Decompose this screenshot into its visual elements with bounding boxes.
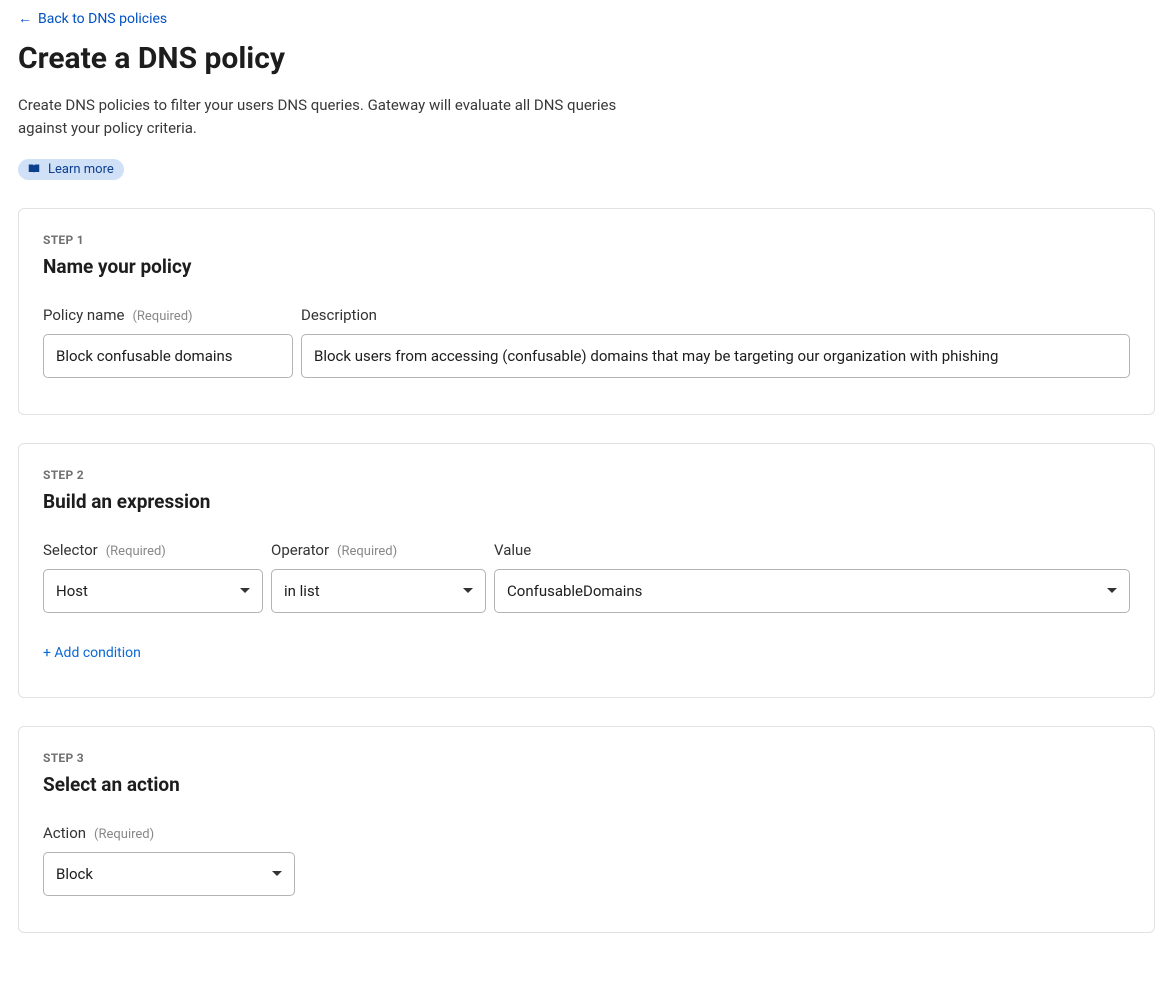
- operator-select[interactable]: in list: [271, 569, 486, 613]
- caret-down-icon: [272, 871, 282, 876]
- step-2-label: STEP 2: [43, 468, 1130, 482]
- action-required: (Required): [94, 827, 154, 842]
- learn-more-badge[interactable]: Learn more: [18, 159, 124, 180]
- value-select[interactable]: ConfusableDomains: [494, 569, 1130, 613]
- selector-select[interactable]: Host: [43, 569, 263, 613]
- operator-value: in list: [284, 582, 320, 600]
- value-label: Value: [494, 541, 531, 559]
- step-1-label: STEP 1: [43, 233, 1130, 247]
- back-link-text: Back to DNS policies: [38, 11, 167, 27]
- description-label: Description: [301, 306, 377, 324]
- description-input[interactable]: [301, 334, 1130, 378]
- selector-required: (Required): [106, 544, 166, 559]
- operator-label: Operator: [271, 541, 329, 559]
- step-3-card: STEP 3 Select an action Action (Required…: [18, 726, 1155, 933]
- selector-value: Host: [56, 582, 88, 600]
- policy-name-label: Policy name: [43, 306, 124, 324]
- caret-down-icon: [1107, 588, 1117, 593]
- step-2-card: STEP 2 Build an expression Selector (Req…: [18, 443, 1155, 698]
- policy-name-input[interactable]: [43, 334, 293, 378]
- step-1-card: STEP 1 Name your policy Policy name (Req…: [18, 208, 1155, 415]
- page-title: Create a DNS policy: [18, 41, 1155, 76]
- step-3-label: STEP 3: [43, 751, 1130, 765]
- action-value: Block: [56, 865, 93, 883]
- action-label: Action: [43, 824, 86, 842]
- step-1-heading: Name your policy: [43, 255, 1130, 278]
- value-value: ConfusableDomains: [507, 582, 642, 600]
- caret-down-icon: [240, 588, 250, 593]
- book-icon: [28, 163, 40, 175]
- caret-down-icon: [463, 588, 473, 593]
- selector-label: Selector: [43, 541, 98, 559]
- policy-name-required: (Required): [132, 309, 192, 324]
- page-description: Create DNS policies to filter your users…: [18, 94, 618, 141]
- operator-required: (Required): [337, 544, 397, 559]
- back-to-dns-policies-link[interactable]: ← Back to DNS policies: [18, 10, 167, 27]
- add-condition-button[interactable]: + Add condition: [43, 645, 141, 661]
- action-select[interactable]: Block: [43, 852, 295, 896]
- step-2-heading: Build an expression: [43, 490, 1130, 513]
- learn-more-text: Learn more: [48, 162, 114, 177]
- step-3-heading: Select an action: [43, 773, 1130, 796]
- arrow-left-icon: ←: [18, 10, 32, 27]
